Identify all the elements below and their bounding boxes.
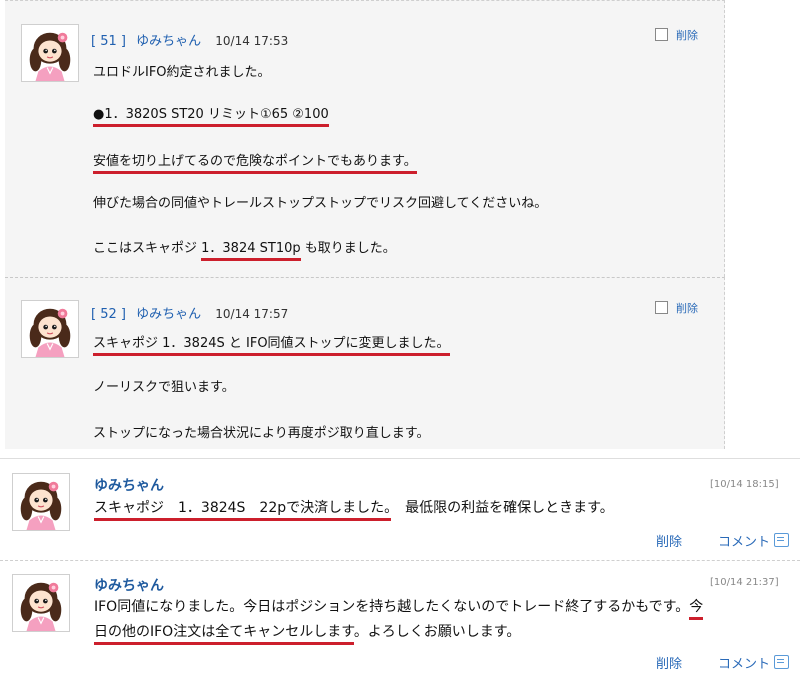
underlined-text: 1．3824 ST10p [201,241,301,261]
comment-text: スキャポジ 1．3824S 22pで決済しました。 最低限の利益を確保しときます… [94,496,614,521]
underlined-text: 安値を切り上げてるので危険なポイントでもあります。 [93,154,417,174]
avatar-image [22,25,78,81]
delete-label[interactable]: 削除 [676,302,698,315]
comment-author[interactable]: ゆみちゃん [94,475,164,495]
post-line: ユロドルIFO約定されました。 [93,65,271,80]
avatar[interactable] [12,574,70,632]
comment-icon[interactable] [774,655,790,669]
post-line: 伸びた場合の同値やトレールストップストップでリスク回避してくださいね。 [93,196,548,211]
text-segment: 最低限の利益を確保しときます。 [391,500,614,516]
post-number[interactable]: [ 52 ] [91,307,126,322]
underlined-text: ●1．3820S ST20 リミット①65 ②100 [93,107,329,127]
avatar-image [13,575,69,631]
comment-text-line1: IFO同値になりました。今日はポジションを持ち越したくないのでトレード終了するか… [94,595,704,620]
post-52: [ 52 ] ゆみちゃん 10/14 17:57 削除 スキャポジ 1．3824… [5,277,725,449]
avatar[interactable] [21,300,79,358]
underlined-text: 今 [689,599,704,620]
avatar-image [22,301,78,357]
post-51: [ 51 ] ゆみちゃん 10/14 17:53 削除 ユロドルIFO約定されま… [5,0,725,277]
underlined-text: スキャポジ 1．3824S と IFO同値ストップに変更しました。 [93,336,450,356]
comment-1: ゆみちゃん [10/14 18:15] スキャポジ 1．3824S 22pで決済… [0,458,800,558]
comment-author[interactable]: ゆみちゃん [94,575,164,595]
underlined-text: スキャポジ 1．3824S 22pで決済しました。 [94,500,392,521]
delete-label[interactable]: 削除 [676,29,698,42]
author-name[interactable]: ゆみちゃん [136,34,201,49]
delete-control[interactable]: 削除 [655,27,698,43]
avatar[interactable] [12,473,70,531]
post-line: ノーリスクで狙います。 [93,380,235,395]
comment-link[interactable]: コメント [718,657,770,672]
avatar-image [13,474,69,530]
comment-actions: 削除 コメント [652,531,790,550]
checkbox-icon[interactable] [655,301,668,314]
post-line: 安値を切り上げてるので危険なポイントでもあります。 [93,150,417,174]
underlined-text: 日の他のIFO注文は全てキャンセルします [94,624,354,645]
post-line: ●1．3820S ST20 リミット①65 ②100 [93,103,329,127]
checkbox-icon[interactable] [655,28,668,41]
comment-text-line2: 日の他のIFO注文は全てキャンセルします。よろしくお願いします。 [94,620,520,645]
post-line: ストップになった場合状況により再度ポジ取り直します。 [93,426,430,441]
comment-2: ゆみちゃん [10/14 21:37] IFO同値になりました。今日はポジション… [0,560,800,679]
delete-link[interactable]: 削除 [656,535,682,550]
post-timestamp: 10/14 17:53 [215,34,289,48]
avatar[interactable] [21,24,79,82]
post-line: ここはスキャポジ 1．3824 ST10p も取りました。 [93,237,396,261]
delete-control[interactable]: 削除 [655,300,698,316]
text-segment: ここはスキャポジ [93,241,202,256]
text-segment: IFO同値になりました。今日はポジションを持ち越したくないのでトレード終了するか… [94,599,690,615]
post-header: [ 51 ] ゆみちゃん 10/14 17:53 [91,30,288,49]
post-header: [ 52 ] ゆみちゃん 10/14 17:57 [91,303,288,322]
text-segment: 。よろしくお願いします。 [353,624,521,640]
text-segment: も取りました。 [300,241,396,256]
comment-link[interactable]: コメント [718,535,770,550]
comment-date: [10/14 18:15] [710,479,779,490]
post-line: スキャポジ 1．3824S と IFO同値ストップに変更しました。 [93,332,450,356]
comment-actions: 削除 コメント [652,653,790,672]
comment-date: [10/14 21:37] [710,577,779,588]
post-number[interactable]: [ 51 ] [91,34,126,49]
post-timestamp: 10/14 17:57 [215,307,289,321]
delete-link[interactable]: 削除 [656,657,682,672]
author-name[interactable]: ゆみちゃん [136,307,201,322]
comment-icon[interactable] [774,533,790,547]
